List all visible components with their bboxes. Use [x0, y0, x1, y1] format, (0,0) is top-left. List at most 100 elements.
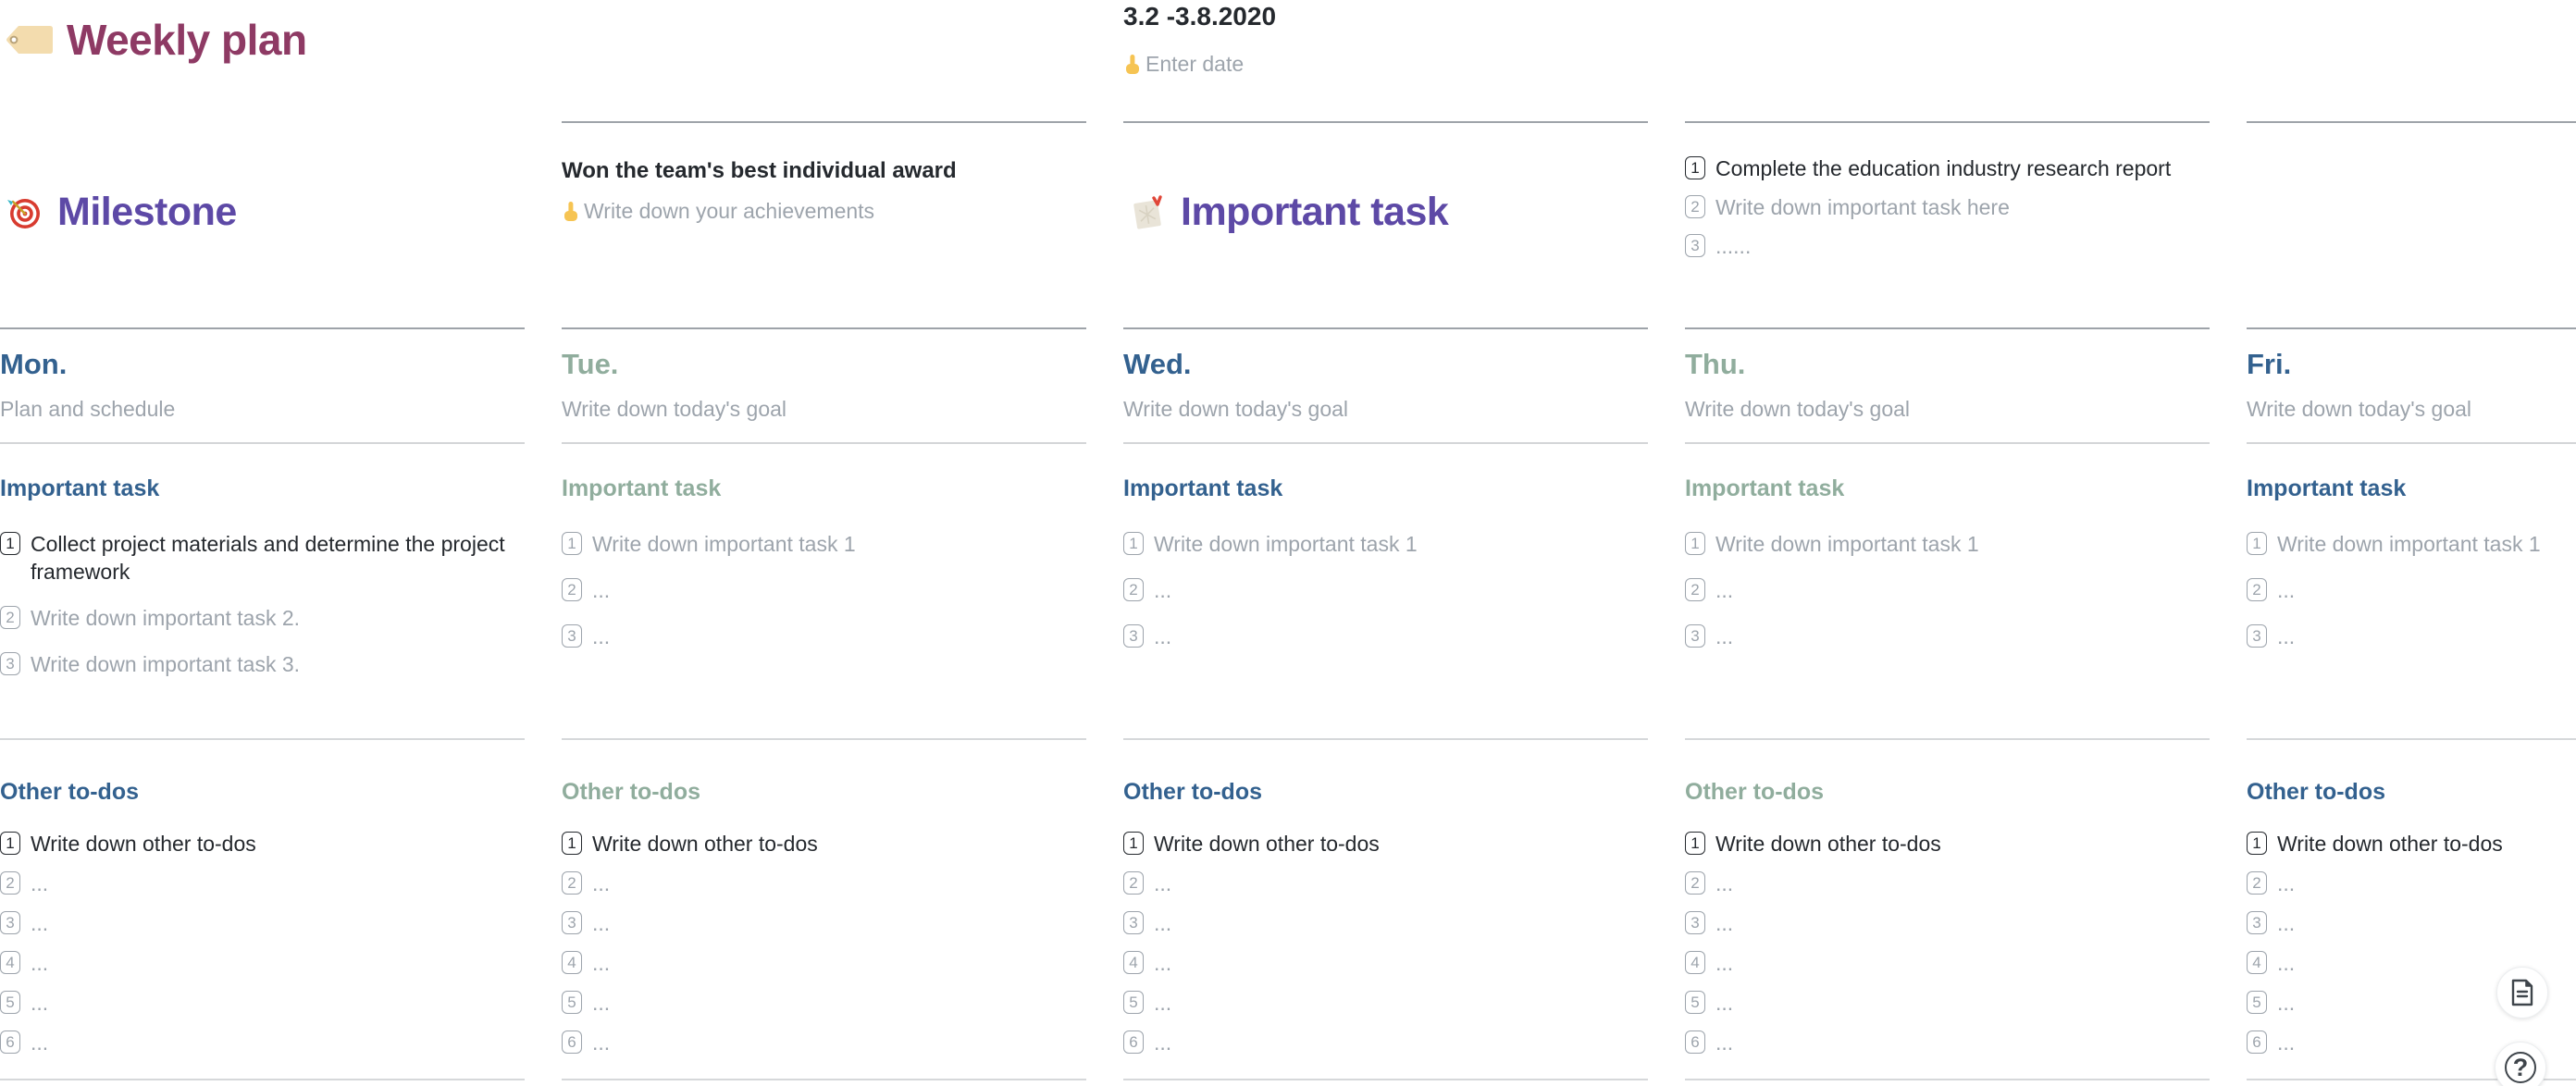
day-todo-item[interactable]: 3 ... — [562, 909, 1086, 937]
item-text: Write down other to-dos — [1715, 832, 1941, 856]
item-text: ... — [1154, 911, 1172, 935]
day-goal-field[interactable]: Write down today's goal — [562, 397, 1086, 422]
item-text: Write down important task 1 — [592, 532, 856, 556]
day-header: Mon. Plan and schedule — [0, 329, 525, 444]
help-button[interactable]: ? — [2495, 1042, 2546, 1086]
item-text: Collect project materials and determine … — [31, 532, 505, 584]
day-name: Mon. — [0, 348, 68, 380]
important-task-heading-cell: Important task — [1123, 123, 1648, 329]
item-number-badge: 2 — [0, 871, 20, 895]
day-name: Thu. — [1685, 348, 1746, 380]
day-important-item[interactable]: 1 Write down important task 1 — [1123, 530, 1637, 558]
day-todo-item[interactable]: 1 Write down other to-dos — [1685, 830, 2210, 858]
day-todo-item[interactable]: 6 ... — [1685, 1029, 2210, 1056]
item-text: ... — [31, 911, 49, 935]
important-task-heading: Important task — [1181, 190, 1449, 234]
day-important-item[interactable]: 1 Write down important task 1 — [1685, 530, 2198, 558]
day-todos-section: Other to-dos 1 Write down other to-dos 2… — [0, 740, 525, 1080]
item-text: ... — [2277, 911, 2296, 935]
day-todo-item[interactable]: 1 Write down other to-dos — [562, 830, 1086, 858]
template-doc-button[interactable] — [2496, 967, 2548, 1018]
label-tag-icon — [6, 23, 54, 56]
day-important-item[interactable]: 2 ... — [1685, 576, 2198, 604]
date-placeholder-field[interactable]: Enter date — [1123, 52, 1648, 77]
item-text: ... — [1715, 951, 1734, 975]
item-number-badge: 2 — [1685, 195, 1705, 218]
item-number-badge: 6 — [0, 1030, 20, 1054]
day-important-section: Important task 1 Collect project materia… — [0, 444, 525, 740]
day-todos-section: Other to-dos 1 Write down other to-dos 2… — [562, 740, 1086, 1080]
day-important-item[interactable]: 2 ... — [2247, 576, 2576, 604]
day-todo-item[interactable]: 5 ... — [0, 989, 525, 1017]
day-important-item[interactable]: 2 ... — [1123, 576, 1637, 604]
item-number-badge: 1 — [1685, 156, 1705, 179]
day-important-heading: Important task — [1685, 475, 1845, 501]
day-goal-field[interactable]: Plan and schedule — [0, 397, 525, 422]
important-task-item[interactable]: 3 ...... — [1685, 232, 2210, 260]
day-todo-item[interactable]: 2 ... — [562, 870, 1086, 897]
item-number-badge: 1 — [1123, 832, 1144, 855]
day-goal-field[interactable]: Write down today's goal — [1123, 397, 1648, 422]
day-goal-field[interactable]: Write down today's goal — [2247, 397, 2576, 422]
day-todo-item[interactable]: 6 ... — [0, 1029, 525, 1056]
item-text: ... — [2277, 624, 2296, 648]
date-range[interactable]: 3.2 -3.8.2020 — [1123, 2, 1648, 31]
day-todo-item[interactable]: 5 ... — [562, 989, 1086, 1017]
item-number-badge: 1 — [0, 532, 20, 555]
item-text: ... — [31, 871, 49, 895]
title-cell: Weekly plan — [0, 0, 525, 123]
day-important-item[interactable]: 1 Write down important task 1 — [562, 530, 1075, 558]
day-todo-item[interactable]: 3 ... — [1685, 909, 2210, 937]
day-todo-item[interactable]: 2 ... — [1685, 870, 2210, 897]
milestone-placeholder-field[interactable]: Write down your achievements — [562, 199, 1086, 224]
day-todo-item[interactable]: 6 ... — [1123, 1029, 1648, 1056]
item-text: Write down other to-dos — [2277, 832, 2503, 856]
item-number-badge: 3 — [0, 911, 20, 934]
header-spacer-cell — [1685, 0, 2210, 123]
day-todo-item[interactable]: 5 ... — [1123, 989, 1648, 1017]
day-important-item[interactable]: 2 Write down important task 2. — [0, 604, 514, 632]
day-important-item[interactable]: 3 ... — [2247, 623, 2576, 650]
day-todo-item[interactable]: 2 ... — [1123, 870, 1648, 897]
date-placeholder-text: Enter date — [1146, 52, 1245, 76]
item-number-badge: 6 — [1685, 1030, 1705, 1054]
item-text: ... — [592, 578, 611, 602]
day-todo-item[interactable]: 4 ... — [0, 949, 525, 977]
item-number-badge: 1 — [0, 832, 20, 855]
day-important-item[interactable]: 1 Write down important task 1 — [2247, 530, 2576, 558]
item-text: ... — [1154, 951, 1172, 975]
day-important-item[interactable]: 1 Collect project materials and determin… — [0, 530, 514, 586]
item-text: ... — [1715, 911, 1734, 935]
day-todo-item[interactable]: 5 ... — [1685, 989, 2210, 1017]
item-number-badge: 5 — [562, 991, 582, 1014]
milestone-achievement[interactable]: Won the team's best individual award — [562, 158, 1086, 184]
item-number-badge: 3 — [562, 624, 582, 648]
day-todo-item[interactable]: 1 Write down other to-dos — [2247, 830, 2576, 858]
day-goal-field[interactable]: Write down today's goal — [1685, 397, 2210, 422]
day-todo-item[interactable]: 3 ... — [0, 909, 525, 937]
item-number-badge: 3 — [562, 911, 582, 934]
day-todo-item[interactable]: 1 Write down other to-dos — [0, 830, 525, 858]
day-important-item[interactable]: 3 ... — [1685, 623, 2198, 650]
day-important-item[interactable]: 3 ... — [1123, 623, 1637, 650]
day-column: Thu. Write down today's goal Important t… — [1685, 329, 2210, 1080]
important-task-item[interactable]: 1 Complete the education industry resear… — [1685, 154, 2210, 182]
day-todo-item[interactable]: 1 Write down other to-dos — [1123, 830, 1648, 858]
day-todo-item[interactable]: 3 ... — [2247, 909, 2576, 937]
day-todo-item[interactable]: 4 ... — [1123, 949, 1648, 977]
day-important-item[interactable]: 3 Write down important task 3. — [0, 650, 514, 678]
day-header: Tue. Write down today's goal — [562, 329, 1086, 444]
day-todo-item[interactable]: 2 ... — [0, 870, 525, 897]
item-text: ...... — [1715, 234, 1752, 258]
item-number-badge: 6 — [1123, 1030, 1144, 1054]
day-todo-item[interactable]: 3 ... — [1123, 909, 1648, 937]
item-number-badge: 2 — [2247, 871, 2267, 895]
important-task-item[interactable]: 2 Write down important task here — [1685, 193, 2210, 221]
day-important-item[interactable]: 2 ... — [562, 576, 1075, 604]
day-todo-item[interactable]: 2 ... — [2247, 870, 2576, 897]
day-todo-item[interactable]: 4 ... — [562, 949, 1086, 977]
weekly-plan-page: Weekly plan 3.2 -3.8.2020 Enter date Mil… — [0, 0, 2576, 1086]
day-important-item[interactable]: 3 ... — [562, 623, 1075, 650]
day-todo-item[interactable]: 4 ... — [1685, 949, 2210, 977]
day-todo-item[interactable]: 6 ... — [562, 1029, 1086, 1056]
